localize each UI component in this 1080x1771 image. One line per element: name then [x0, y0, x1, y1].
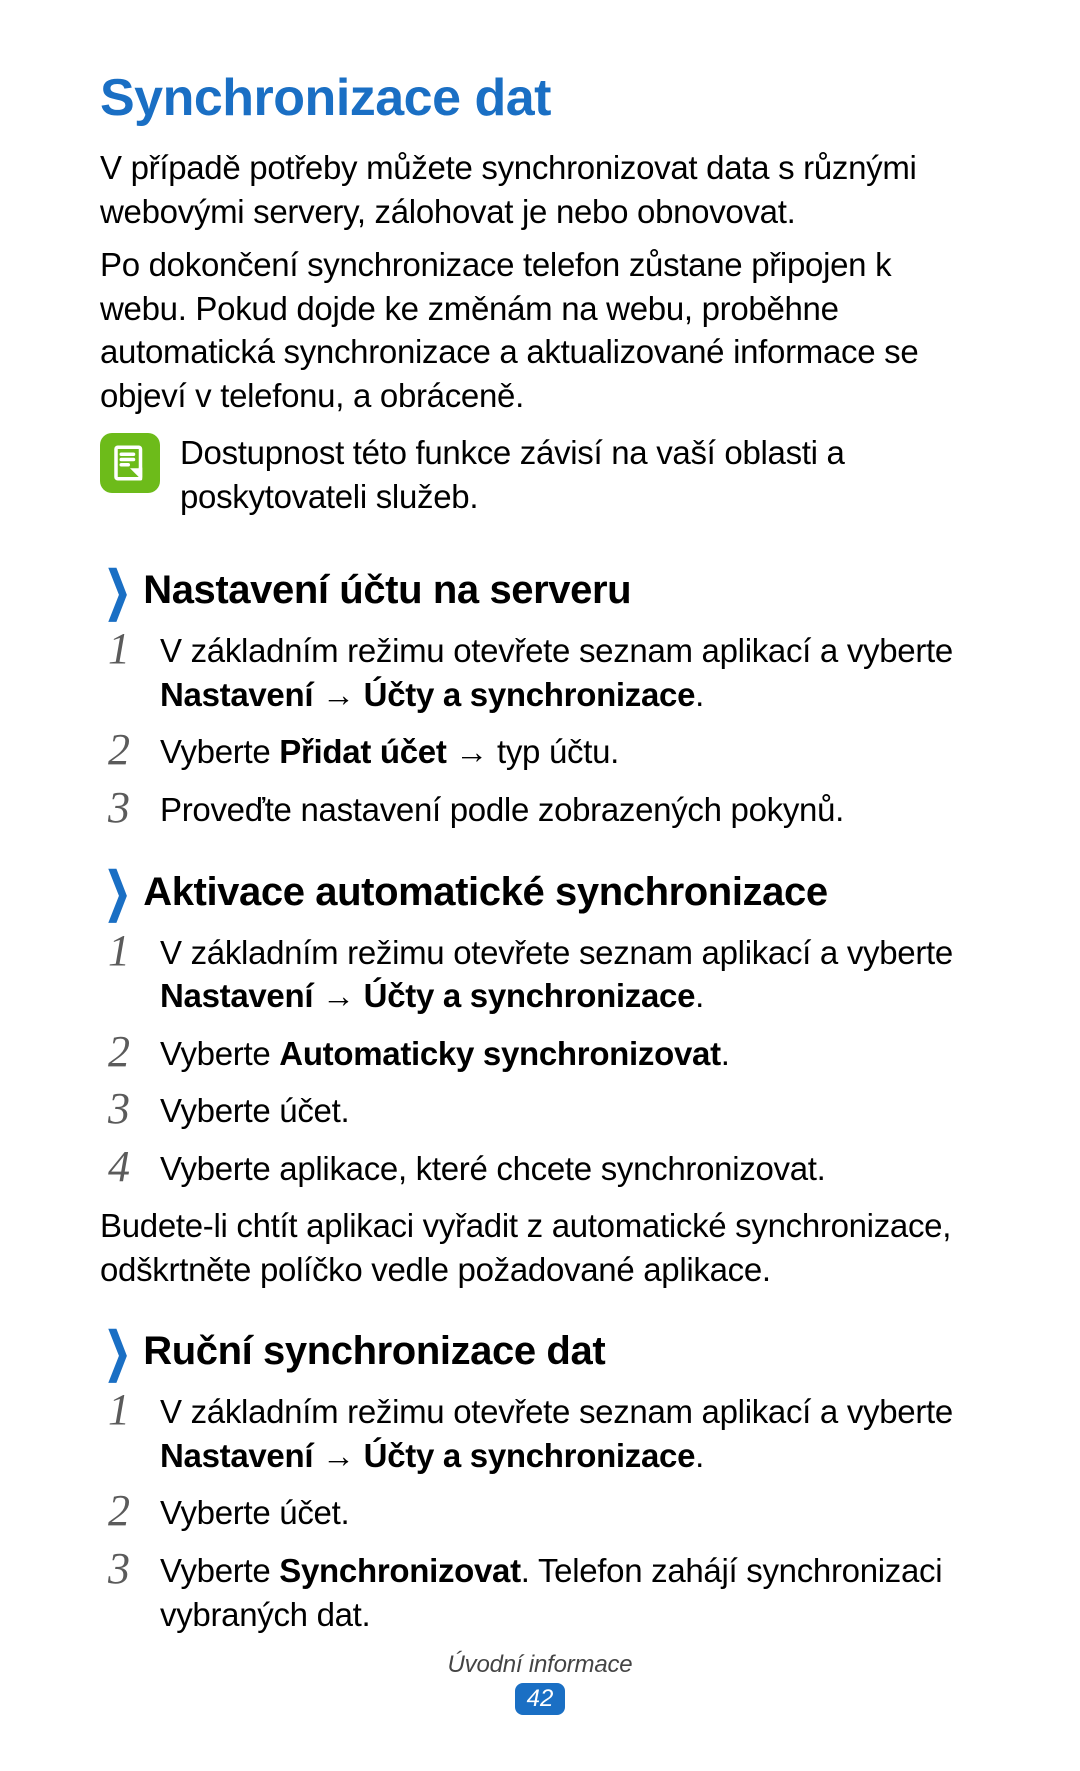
step-row: 1 V základním režimu otevřete seznam apli… [100, 629, 980, 716]
step-row: 4 Vyberte aplikace, které chcete synchron… [100, 1147, 980, 1191]
step-text: Vyberte účet. [160, 1089, 980, 1133]
intro-paragraph-2: Po dokončení synchronizace telefon zůsta… [100, 243, 980, 417]
step-number: 2 [100, 1030, 138, 1074]
step-row: 1 V základním režimu otevřete seznam apli… [100, 1390, 980, 1477]
step-text: V základním režimu otevřete seznam aplik… [160, 629, 980, 716]
note-block: Dostupnost této funkce závisí na vaší ob… [100, 431, 980, 518]
chevron-icon: ❯ [104, 866, 130, 919]
step-text: Proveďte nastavení podle zobrazených pok… [160, 788, 980, 832]
step-number: 1 [100, 627, 138, 671]
footer-section-label: Úvodní informace [0, 1651, 1080, 1679]
step-row: 2 Vyberte Přidat účet → typ účtu. [100, 730, 980, 774]
step-text: V základním režimu otevřete seznam aplik… [160, 931, 980, 1018]
step-text: V základním režimu otevřete seznam aplik… [160, 1390, 980, 1477]
step-number: 3 [100, 1547, 138, 1591]
step-row: 2 Vyberte účet. [100, 1491, 980, 1535]
page-number-badge: 42 [515, 1683, 565, 1715]
page-title: Synchronizace dat [100, 68, 980, 128]
step-text: Vyberte účet. [160, 1491, 980, 1535]
step-row: 3 Vyberte účet. [100, 1089, 980, 1133]
chevron-icon: ❯ [104, 565, 130, 618]
step-row: 1 V základním režimu otevřete seznam apli… [100, 931, 980, 1018]
section-heading-row: ❯ Ruční synchronizace dat [100, 1329, 980, 1374]
step-number: 1 [100, 1388, 138, 1432]
step-number: 2 [100, 1489, 138, 1533]
section-heading: Aktivace automatické synchronizace [143, 870, 828, 915]
step-text: Vyberte Přidat účet → typ účtu. [160, 730, 980, 774]
step-number: 3 [100, 1087, 138, 1131]
note-icon [100, 433, 160, 493]
step-number: 2 [100, 728, 138, 772]
step-text: Vyberte Synchronizovat. Telefon zahájí s… [160, 1549, 980, 1636]
step-text: Vyberte Automaticky synchronizovat. [160, 1032, 980, 1076]
step-number: 1 [100, 929, 138, 973]
intro-paragraph-1: V případě potřeby můžete synchronizovat … [100, 146, 980, 233]
section-heading: Nastavení účtu na serveru [143, 568, 631, 613]
step-row: 3 Vyberte Synchronizovat. Telefon zahájí … [100, 1549, 980, 1636]
chevron-icon: ❯ [104, 1326, 130, 1379]
manual-page: Synchronizace dat V případě potřeby může… [0, 0, 1080, 1771]
page-footer: Úvodní informace 42 [0, 1651, 1080, 1715]
section-heading: Ruční synchronizace dat [143, 1329, 605, 1374]
note-text: Dostupnost této funkce závisí na vaší ob… [180, 431, 980, 518]
step-number: 3 [100, 786, 138, 830]
section-heading-row: ❯ Aktivace automatické synchronizace [100, 870, 980, 915]
section-note: Budete-li chtít aplikaci vyřadit z autom… [100, 1204, 980, 1291]
step-row: 2 Vyberte Automaticky synchronizovat. [100, 1032, 980, 1076]
step-text: Vyberte aplikace, které chcete synchroni… [160, 1147, 980, 1191]
section-heading-row: ❯ Nastavení účtu na serveru [100, 568, 980, 613]
step-row: 3 Proveďte nastavení podle zobrazených po… [100, 788, 980, 832]
step-number: 4 [100, 1145, 138, 1189]
